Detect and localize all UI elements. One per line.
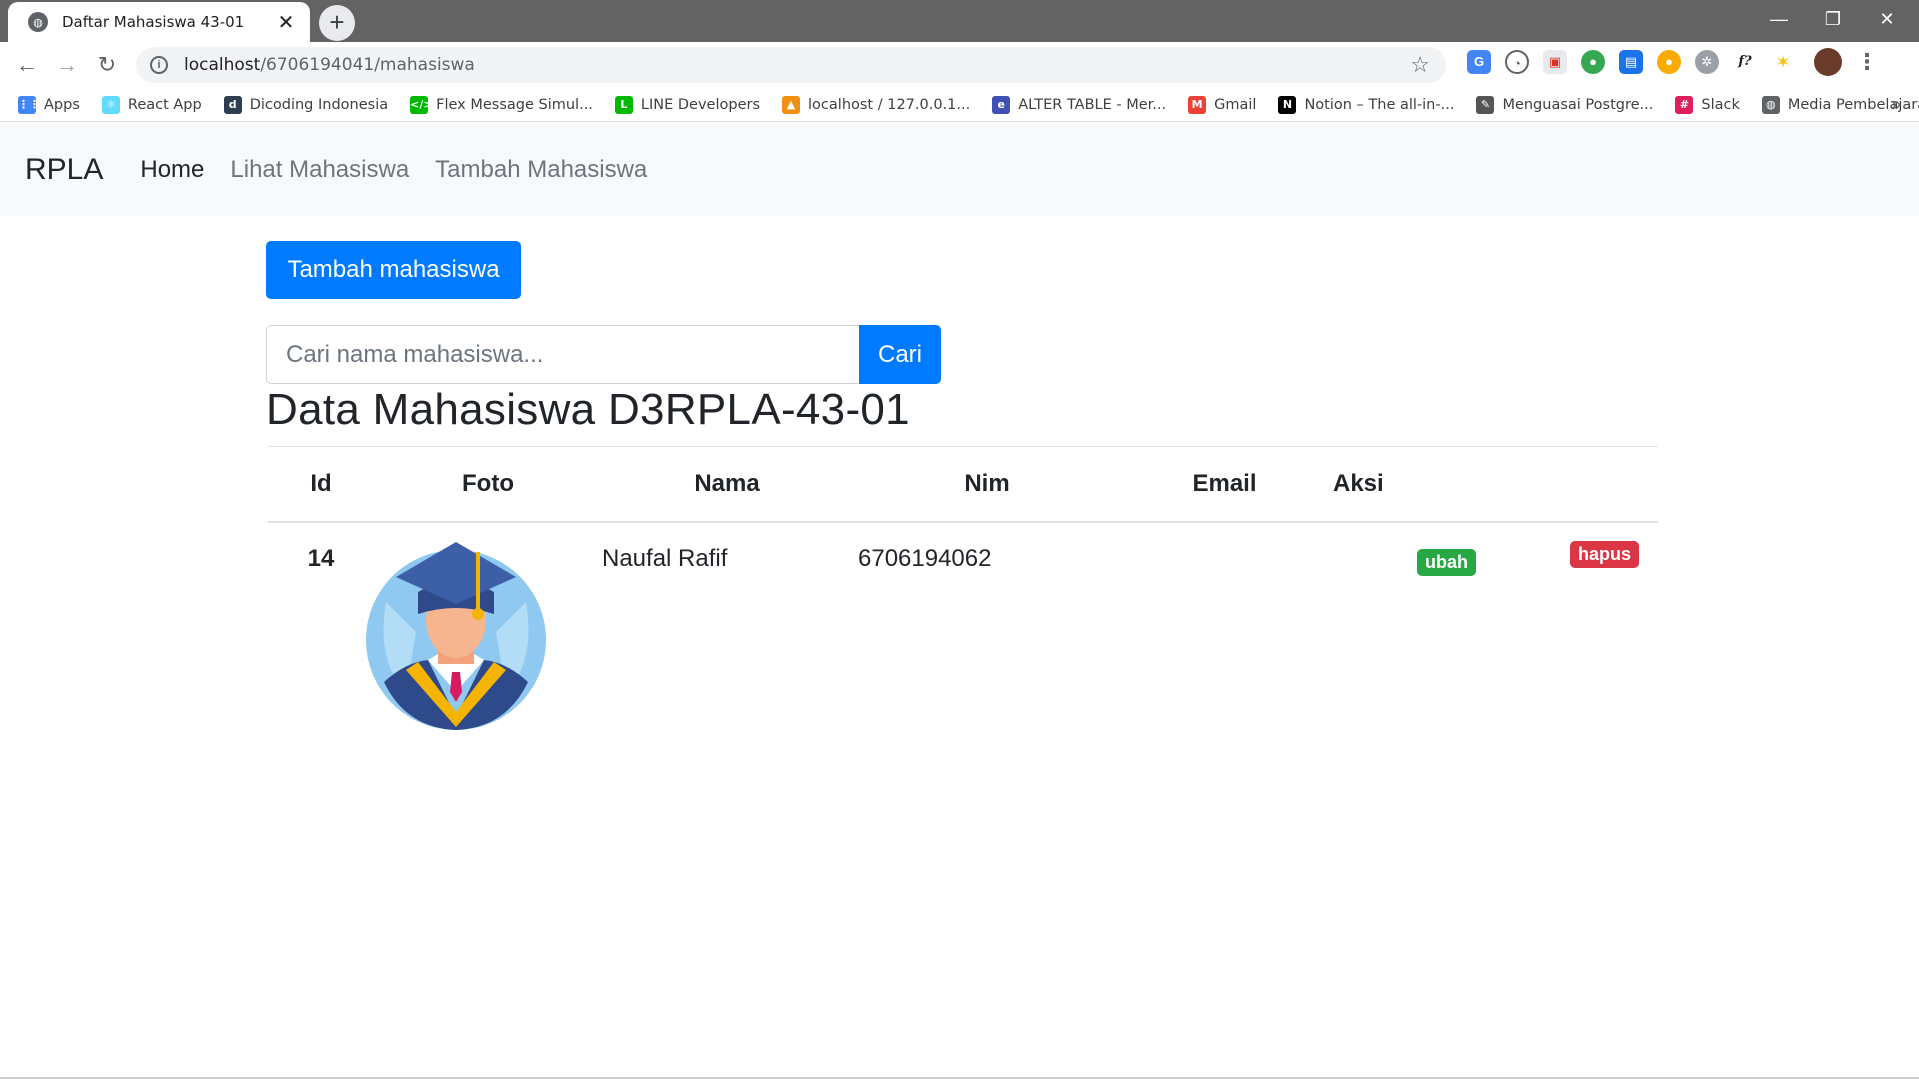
forward-icon[interactable]: → bbox=[50, 48, 84, 82]
header-nim: Nim bbox=[852, 446, 1122, 523]
bookmark-label: ALTER TABLE - Mer... bbox=[1018, 96, 1167, 113]
bookmark-item[interactable]: # Slack bbox=[1675, 95, 1740, 114]
nav-link-home[interactable]: Home bbox=[140, 156, 204, 184]
student-table: Id Foto Nama Nim Email Aksi 14 Naufal Ra… bbox=[268, 446, 1658, 742]
notion-icon: N bbox=[1278, 95, 1297, 114]
speed-extension-icon[interactable]: ◔ bbox=[1505, 50, 1529, 74]
profile-avatar-icon[interactable] bbox=[1814, 48, 1842, 76]
slack-icon: # bbox=[1675, 95, 1694, 114]
nav-link-tambah-mahasiswa[interactable]: Tambah Mahasiswa bbox=[435, 156, 647, 184]
bookmark-label: LINE Developers bbox=[640, 96, 761, 113]
bookmark-item[interactable]: ▲ localhost / 127.0.0.1... bbox=[782, 95, 971, 114]
brand-logo[interactable]: RPLA bbox=[25, 153, 103, 187]
site-navbar: RPLA Home Lihat Mahasiswa Tambah Mahasis… bbox=[0, 123, 1919, 216]
edit-badge-button[interactable]: ubah bbox=[1417, 549, 1476, 576]
search-input[interactable] bbox=[266, 325, 859, 384]
header-foto: Foto bbox=[374, 446, 602, 523]
header-aksi: Aksi bbox=[1327, 446, 1658, 523]
bookmark-label: Dicoding Indonesia bbox=[249, 96, 389, 113]
bookmark-label: React App bbox=[127, 96, 202, 113]
search-button[interactable]: Cari bbox=[859, 325, 941, 384]
cell-email bbox=[1122, 522, 1327, 742]
bookmark-item[interactable]: ⋮⋮ Apps bbox=[18, 95, 80, 114]
dicoding-icon: d bbox=[223, 95, 242, 114]
earth-extension-icon[interactable]: ● bbox=[1581, 50, 1605, 74]
cell-id: 14 bbox=[307, 544, 335, 572]
restore-icon[interactable]: ❐ bbox=[1806, 0, 1860, 40]
back-icon[interactable]: ← bbox=[10, 48, 44, 82]
close-tab-icon[interactable]: ✕ bbox=[274, 10, 298, 35]
tab-title: Daftar Mahasiswa 43-01 bbox=[62, 13, 245, 31]
bookmark-item[interactable]: N Notion – The all-in-... bbox=[1278, 95, 1455, 114]
settings-extension-icon[interactable]: ✲ bbox=[1695, 50, 1719, 74]
function-extension-icon[interactable]: f? bbox=[1733, 50, 1757, 74]
close-window-icon[interactable]: ✕ bbox=[1860, 0, 1914, 40]
page-content: RPLA Home Lihat Mahasiswa Tambah Mahasis… bbox=[0, 123, 1919, 1079]
cell-foto bbox=[366, 522, 602, 742]
new-tab-button[interactable]: + bbox=[319, 5, 355, 41]
cookie-extension-icon[interactable]: ● bbox=[1657, 50, 1681, 74]
bookmark-item[interactable]: ✎ Menguasai Postgre... bbox=[1476, 95, 1654, 114]
site-info-icon[interactable]: i bbox=[150, 56, 168, 74]
delete-badge-button[interactable]: hapus bbox=[1570, 541, 1640, 568]
minimize-icon[interactable]: — bbox=[1752, 0, 1806, 40]
header-id: Id bbox=[268, 446, 374, 523]
cast-extension-icon[interactable]: ▣ bbox=[1543, 50, 1567, 74]
page-title: Data Mahasiswa D3RPLA-43-01 bbox=[266, 385, 910, 434]
w3-icon: e bbox=[992, 95, 1011, 114]
cell-nama: Naufal Rafif bbox=[602, 544, 728, 572]
browser-tab-bar: ◍ Daftar Mahasiswa 43-01 ✕ + — ❐ ✕ bbox=[0, 0, 1919, 42]
bookmark-item[interactable]: L LINE Developers bbox=[614, 95, 761, 114]
bookmark-item[interactable]: M Gmail bbox=[1188, 95, 1257, 114]
bookmark-label: Notion – The all-in-... bbox=[1304, 96, 1455, 113]
apps-grid-icon: ⋮⋮ bbox=[18, 95, 40, 114]
header-nama: Nama bbox=[602, 446, 852, 523]
address-bar[interactable]: i localhost/6706194041/mahasiswa ☆ bbox=[136, 47, 1446, 83]
window-extension-icon[interactable]: ▤ bbox=[1619, 50, 1643, 74]
star-extension-icon[interactable]: ✶ bbox=[1771, 50, 1795, 74]
cell-nim: 6706194062 bbox=[858, 544, 992, 572]
line-icon: L bbox=[614, 95, 633, 114]
bookmark-item[interactable]: e ALTER TABLE - Mer... bbox=[992, 95, 1167, 114]
bookmark-label: Slack bbox=[1701, 96, 1740, 113]
bookmark-item[interactable]: d Dicoding Indonesia bbox=[223, 95, 389, 114]
code-icon: </> bbox=[410, 95, 433, 114]
add-student-button[interactable]: Tambah mahasiswa bbox=[266, 241, 521, 299]
bookmarks-bar: ⋮⋮ Apps ⚛ React App d Dicoding Indonesia </> Fl… bbox=[0, 88, 1919, 122]
gmail-icon: M bbox=[1188, 95, 1207, 114]
browser-tab[interactable]: ◍ Daftar Mahasiswa 43-01 ✕ bbox=[8, 2, 310, 42]
bookmark-item[interactable]: ⚛ React App bbox=[101, 95, 202, 114]
leaf-icon: ✎ bbox=[1476, 95, 1495, 114]
globe-icon: ◍ bbox=[1761, 95, 1780, 114]
table-header-row: Id Foto Nama Nim Email Aksi bbox=[268, 446, 1658, 523]
bookmark-label: Apps bbox=[44, 96, 80, 113]
more-bookmarks-icon[interactable]: » bbox=[1891, 94, 1901, 115]
bookmark-star-icon[interactable]: ☆ bbox=[1410, 52, 1430, 78]
bookmark-label: Menguasai Postgre... bbox=[1502, 96, 1654, 113]
phpmyadmin-icon: ▲ bbox=[782, 95, 801, 114]
nav-link-lihat-mahasiswa[interactable]: Lihat Mahasiswa bbox=[230, 156, 409, 184]
student-photo bbox=[366, 541, 546, 730]
chrome-menu-icon[interactable]: ⋮ bbox=[1856, 49, 1878, 75]
url-text[interactable]: localhost/6706194041/mahasiswa bbox=[184, 55, 475, 75]
bookmark-item[interactable]: </> Flex Message Simul... bbox=[410, 95, 593, 114]
bookmark-label: localhost / 127.0.0.1... bbox=[808, 96, 971, 113]
bookmark-label: Gmail bbox=[1214, 96, 1257, 113]
reload-icon[interactable]: ↻ bbox=[90, 48, 124, 82]
browser-toolbar: ← → ↻ i localhost/6706194041/mahasiswa ☆… bbox=[0, 42, 1919, 88]
react-icon: ⚛ bbox=[101, 95, 120, 114]
bookmark-label: Flex Message Simul... bbox=[436, 96, 593, 113]
extensions-area: G ◔ ▣ ● ▤ ● ✲ f? ✶ ⋮ bbox=[1460, 48, 1878, 76]
translate-extension-icon[interactable]: G bbox=[1467, 50, 1491, 74]
header-email: Email bbox=[1122, 446, 1327, 523]
globe-icon: ◍ bbox=[28, 12, 48, 32]
search-form: Cari bbox=[266, 325, 941, 384]
